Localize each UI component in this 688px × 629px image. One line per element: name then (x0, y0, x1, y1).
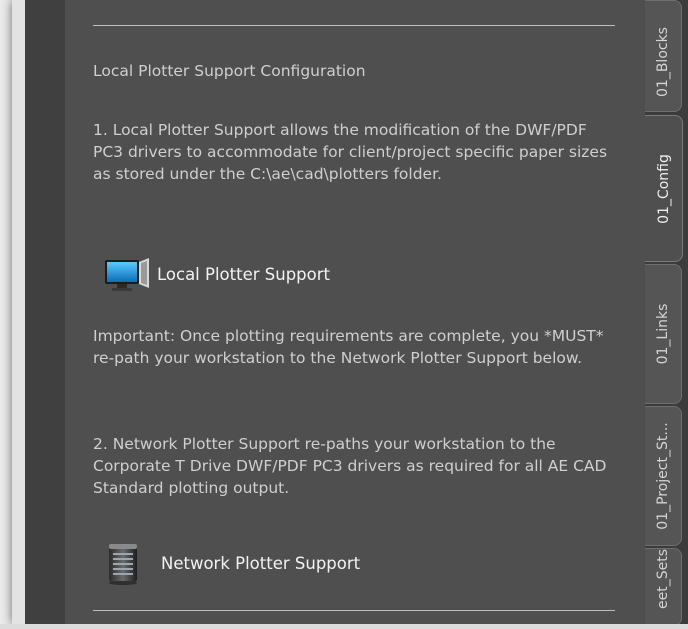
bottom-divider (93, 610, 615, 611)
network-plotter-support-label[interactable]: Network Plotter Support (161, 554, 360, 573)
window-bottom-edge (0, 624, 688, 629)
local-support-description: 1. Local Plotter Support allows the modi… (93, 121, 608, 183)
network-plotter-support-link[interactable]: Network Plotter Support (103, 543, 360, 585)
panel-title: Local Plotter Support Configuration (93, 62, 366, 80)
tab-label: 01_Links (655, 303, 671, 365)
tab-01-project-standards[interactable]: 01_Project_St... (645, 406, 682, 546)
tab-label: 01_Project_St... (655, 422, 671, 530)
tab-01-blocks[interactable]: 01_Blocks (645, 0, 682, 112)
tab-01-links[interactable]: 01_Links (645, 264, 682, 404)
important-note: Important: Once plotting requirements ar… (93, 327, 604, 367)
monitor-icon (105, 258, 149, 291)
tab-sheet-sets[interactable]: eet_Sets (645, 548, 682, 626)
tab-label: 01_Config (655, 153, 672, 224)
tab-label: 01_Blocks (655, 27, 671, 97)
config-panel (65, 0, 645, 624)
local-plotter-support-link[interactable]: Local Plotter Support (103, 254, 330, 294)
local-plotter-support-label[interactable]: Local Plotter Support (157, 265, 330, 284)
tab-01-config[interactable]: 01_Config (645, 115, 683, 262)
top-divider (93, 25, 615, 26)
tab-label: eet_Sets (655, 549, 671, 609)
palette-edge-strip[interactable] (12, 0, 25, 624)
server-icon (109, 544, 137, 585)
network-support-description: 2. Network Plotter Support re-paths your… (93, 435, 607, 497)
palette-title-bar[interactable] (25, 0, 65, 624)
